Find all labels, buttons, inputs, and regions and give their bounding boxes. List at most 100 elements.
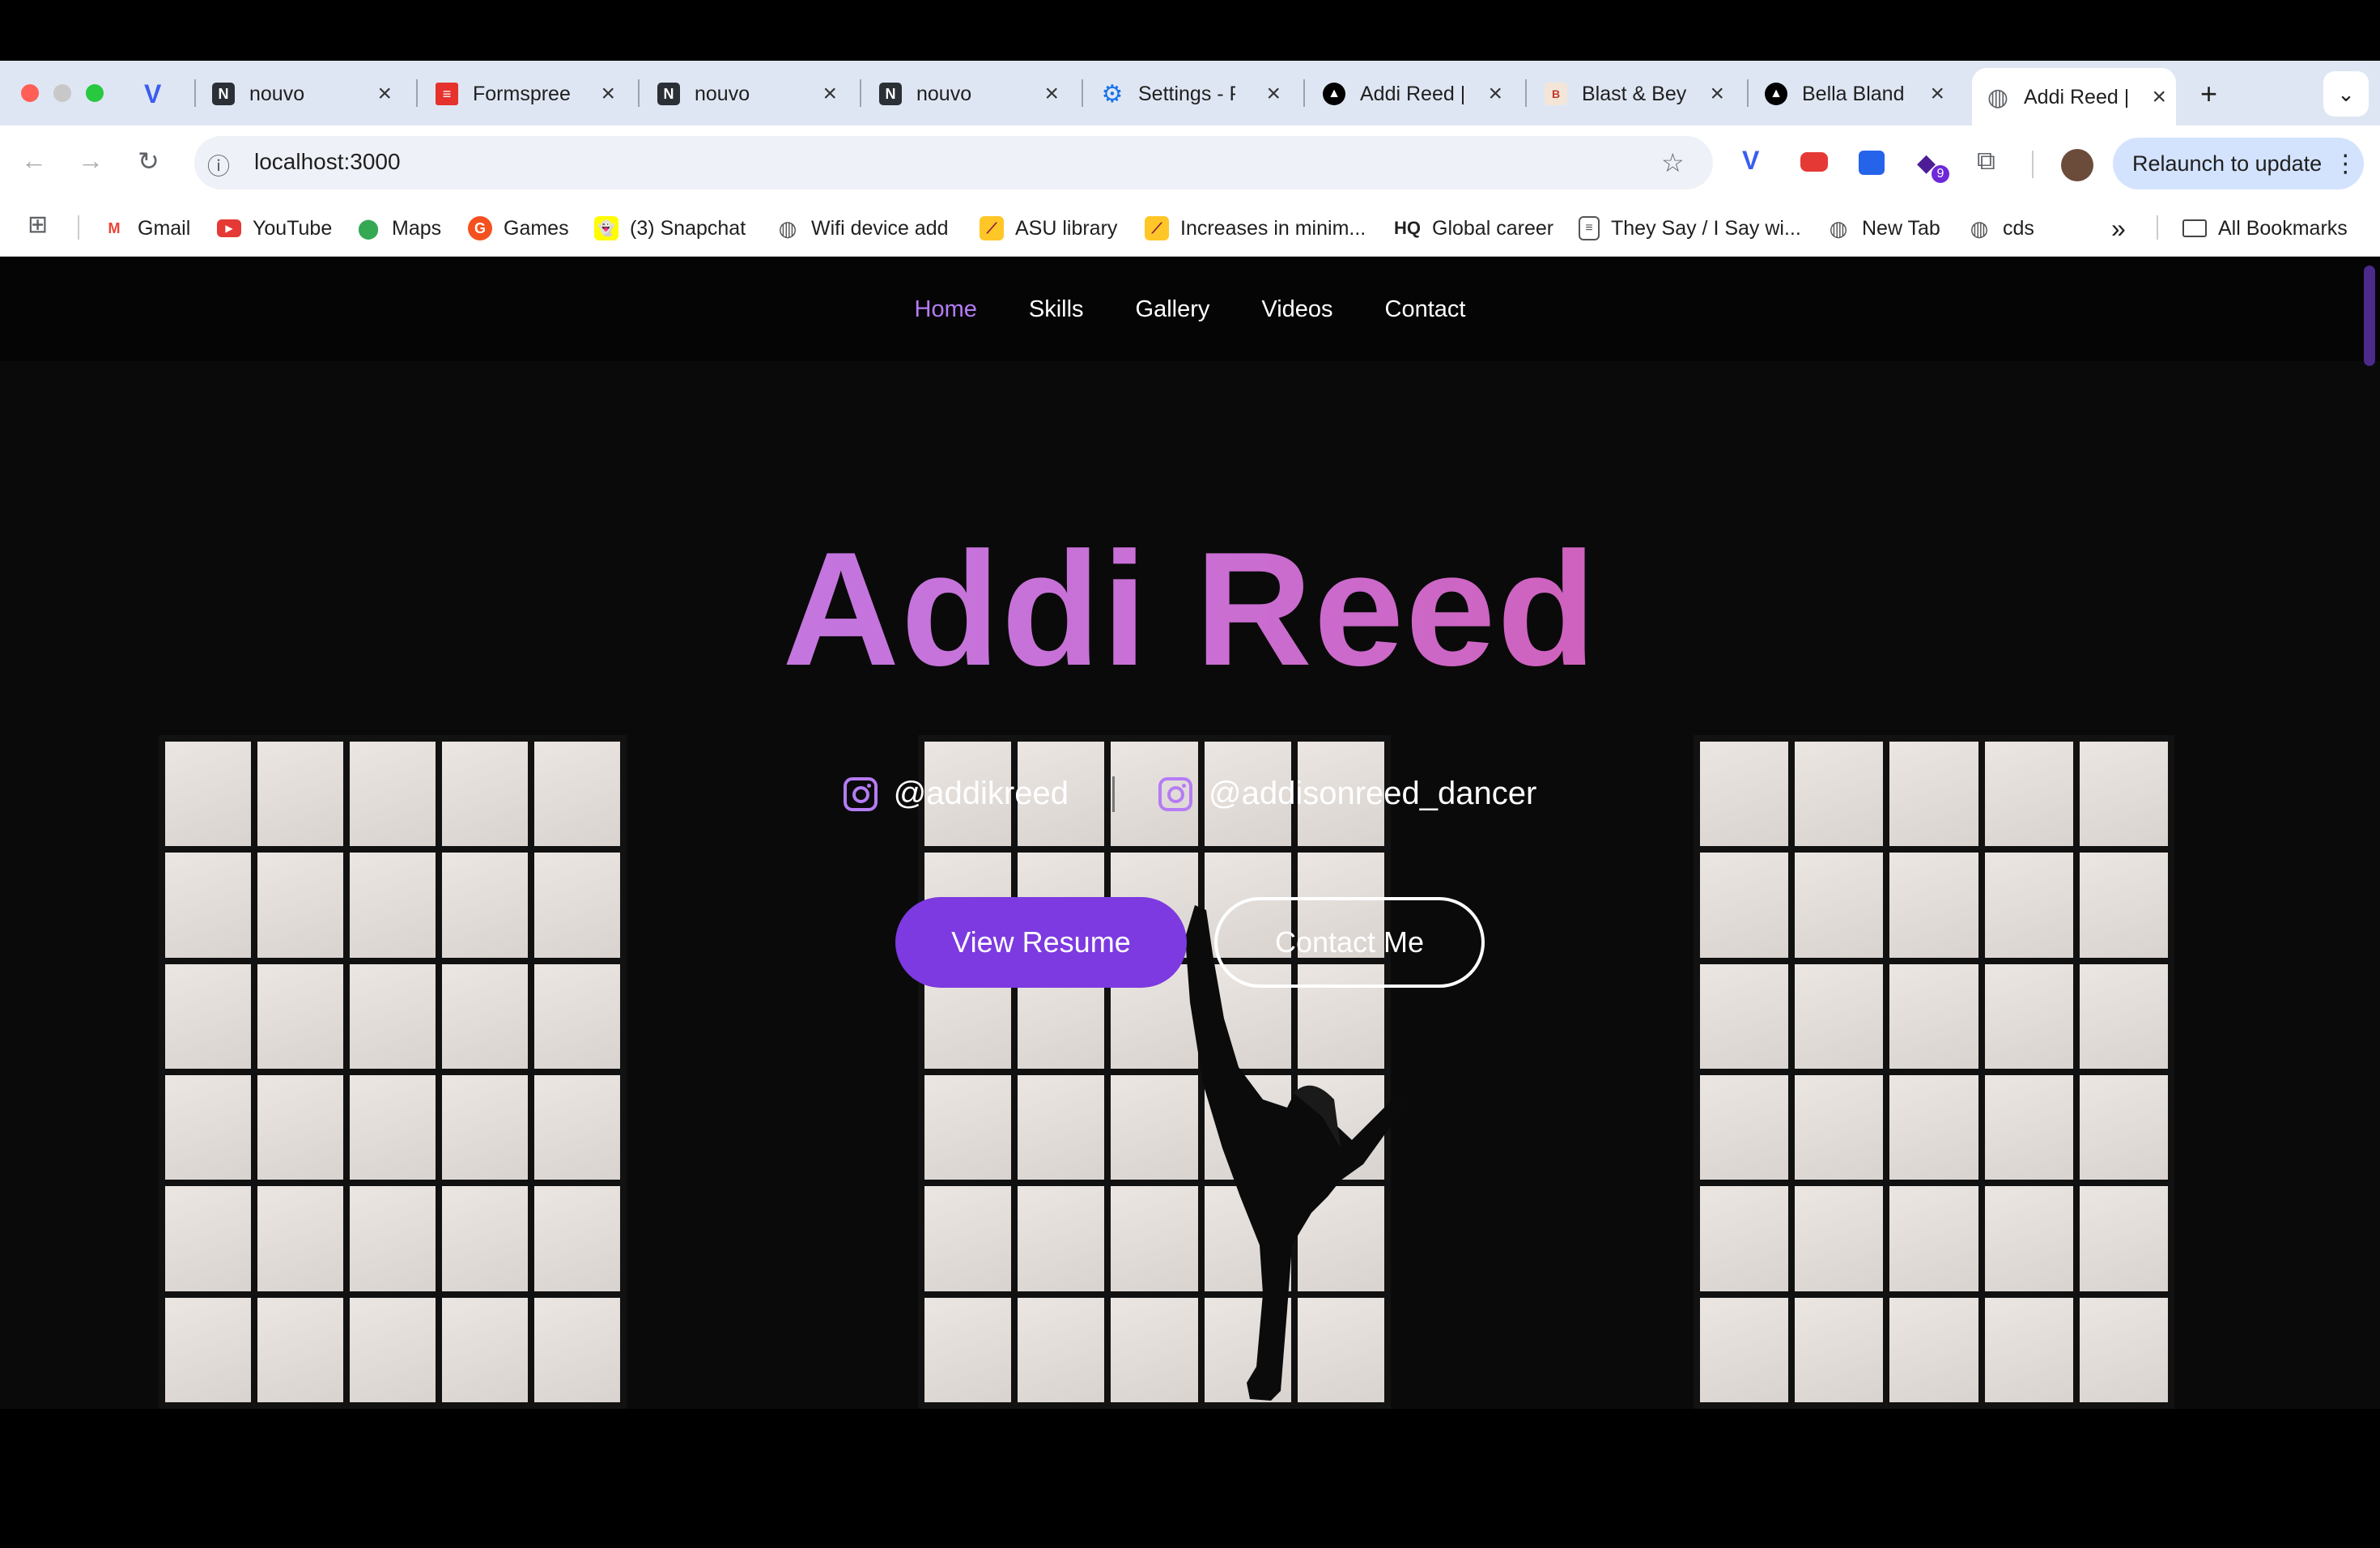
tab-separator [416,79,418,107]
bookmark-they-say[interactable]: ≡ They Say / I Say wi... [1579,212,1801,245]
triangle-icon: ▲ [1765,83,1787,105]
tab-search-button[interactable]: ⌄ [2323,71,2369,117]
nav-home[interactable]: Home [915,296,977,323]
hero-window-left [159,735,627,1409]
doc-icon: ≡ [1579,216,1600,240]
view-resume-button[interactable]: View Resume [895,897,1187,988]
bookmark-label: (3) Snapchat [630,216,746,240]
globe-icon: ◍ [1970,215,1989,240]
window-close-button[interactable] [21,84,39,102]
tab-formspree[interactable]: ≡ Formspree × [436,71,625,117]
tab-title: Bella Bland [1802,82,1905,105]
close-icon[interactable]: × [1488,82,1502,106]
apps-grid-icon[interactable]: ⊞ [28,211,48,239]
forward-icon[interactable]: → [78,146,104,176]
more-vert-icon: ⋮ [2333,150,2358,177]
vivaldi-icon: V [144,79,162,108]
close-icon[interactable]: × [377,82,392,106]
close-icon[interactable]: × [1930,82,1944,106]
vivaldi-extension-icon[interactable]: V [1742,146,1759,176]
tab-bella-bland[interactable]: ▲ Bella Bland × [1765,71,1954,117]
bookmark-wifi-device-add[interactable]: ◍ Wifi device add [776,212,949,245]
puzzle-icon[interactable]: ⧉ [1977,146,1995,176]
letterbox-bottom [0,1409,2380,1548]
tab-settings[interactable]: ⚙ Settings - P × [1101,71,1290,117]
translate-extension-icon[interactable] [1859,151,1885,175]
back-icon[interactable]: ← [21,146,47,176]
site-info-icon[interactable]: ⓘ [207,149,230,181]
close-icon[interactable]: × [1044,82,1059,106]
tab-addi-reed-active[interactable]: ◍ Addi Reed | × [1972,68,2176,126]
tab-separator [638,79,640,107]
window-minimize-button[interactable] [53,84,71,102]
tab-title: nouvo [916,82,972,105]
tab-blast-and-bey[interactable]: B Blast & Bey × [1545,71,1734,117]
chevron-down-icon: ⌄ [2337,81,2355,106]
site-navbar: Home Skills Gallery Videos Contact [0,257,2380,361]
tab-title: Blast & Bey [1582,82,1687,105]
new-tab-button[interactable]: + [2200,71,2233,117]
extension-badge: 9 [1932,165,1949,183]
page-scrollbar[interactable] [2364,266,2375,366]
bookmark-label: New Tab [1862,216,1940,240]
gmail-icon: M [108,219,121,236]
close-icon[interactable]: × [1710,82,1724,106]
reload-icon[interactable]: ↻ [138,146,159,176]
instagram-icon [843,776,878,811]
bookmark-cds[interactable]: ◍ cds [1967,212,2034,245]
nav-gallery[interactable]: Gallery [1136,296,1210,323]
bookmark-new-tab[interactable]: ◍ New Tab [1826,212,1940,245]
nav-contact[interactable]: Contact [1385,296,1466,323]
tab-nouvo-1[interactable]: N nouvo × [212,71,402,117]
bookmark-youtube[interactable]: ▶ YouTube [217,212,332,245]
tab-title: Settings - P [1138,82,1235,105]
nav-videos[interactable]: Videos [1261,296,1332,323]
close-icon[interactable]: × [822,82,837,106]
relaunch-to-update-button[interactable]: Relaunch to update ⋮ [2113,138,2364,189]
bookmark-global-career[interactable]: HQ Global career [1394,212,1553,245]
globe-icon: ◍ [1987,83,2009,111]
close-icon[interactable]: × [601,82,615,106]
bookmark-label: YouTube [253,216,333,240]
more-bookmarks-button[interactable]: » [2111,212,2126,245]
bookmark-gmail[interactable]: M Gmail [102,212,191,245]
tab-vivaldi[interactable]: V [144,71,201,117]
url-text[interactable]: localhost:3000 [254,149,401,175]
snapchat-icon: 👻 [594,216,618,240]
social-handles: @addikreed @addisonreed_dancer [0,776,2380,812]
all-bookmarks[interactable]: All Bookmarks [2182,212,2348,245]
bookmark-increases[interactable]: ⟋ Increases in minim... [1145,212,1366,245]
tab-title: nouvo [695,82,750,105]
tab-title: Formspree [473,82,571,105]
bookmark-label: ASU library [1015,216,1118,240]
instagram-handle: @addisonreed_dancer [1208,776,1537,811]
window-zoom-button[interactable] [86,84,104,102]
contact-me-button[interactable]: Contact Me [1214,897,1485,988]
tab-addi-reed-1[interactable]: ▲ Addi Reed | × [1323,71,1512,117]
instagram-link-addikreed[interactable]: @addikreed [843,776,1069,812]
maps-icon: ⬤ [357,217,380,240]
nav-skills[interactable]: Skills [1029,296,1084,323]
bookmark-asu-library[interactable]: ⟋ ASU library [980,212,1117,245]
tab-nouvo-2[interactable]: N nouvo × [657,71,847,117]
hq-icon: HQ [1394,218,1421,238]
close-icon[interactable]: × [1266,82,1281,106]
toolbar-divider [2032,151,2034,178]
instagram-link-addisonreed-dancer[interactable]: @addisonreed_dancer [1158,776,1536,812]
avatar[interactable] [2061,149,2093,181]
notion-icon: N [879,83,902,105]
bookmark-maps[interactable]: ⬤ Maps [356,212,442,245]
bookmark-games[interactable]: G Games [468,212,569,245]
tab-nouvo-3[interactable]: N nouvo × [879,71,1069,117]
asu-icon: ⟋ [980,216,1004,240]
tab-separator [194,79,196,107]
web-page: Home Skills Gallery Videos Contact Addi … [0,257,2380,1409]
bookmark-star-icon[interactable]: ☆ [1661,147,1685,178]
formspree-icon: ≡ [436,83,458,105]
address-bar[interactable] [194,136,1713,189]
blast-icon: B [1545,83,1567,105]
bookmark-snapchat[interactable]: 👻 (3) Snapchat [594,212,746,245]
bookmark-label: Games [504,216,569,240]
close-icon[interactable]: × [2152,85,2166,109]
youtube-extension-icon[interactable] [1800,152,1828,172]
